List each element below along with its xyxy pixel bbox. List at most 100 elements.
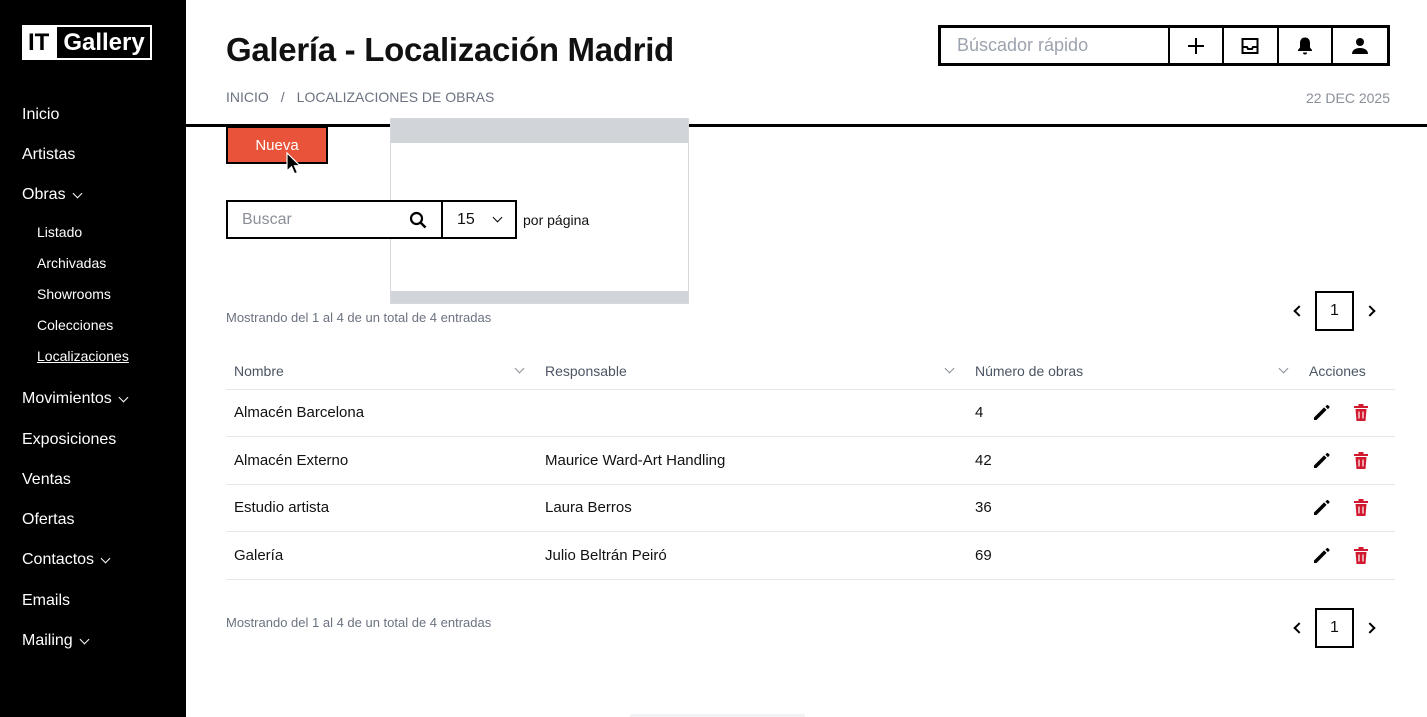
- edit-button[interactable]: [1312, 403, 1331, 422]
- column-header-label: Nombre: [234, 362, 284, 379]
- cell-numero-obras: 69: [967, 531, 1301, 580]
- table-search: 15: [226, 200, 517, 239]
- chevron-right-icon: [1364, 622, 1376, 634]
- search-icon: [409, 211, 426, 228]
- table-row[interactable]: Estudio artista Laura Berros 36: [226, 484, 1395, 532]
- current-date: 22 DEC 2025: [1305, 90, 1390, 106]
- sidebar-item-mailing[interactable]: Mailing: [22, 632, 90, 650]
- chevron-left-icon: [1293, 622, 1305, 634]
- cell-nombre: Estudio artista: [226, 484, 537, 532]
- pencil-icon: [1314, 500, 1330, 516]
- breadcrumb-inicio[interactable]: INICIO: [226, 89, 269, 105]
- logo-gallery: Gallery: [55, 27, 149, 58]
- sidebar-item-movimientos[interactable]: Movimientos: [22, 390, 129, 408]
- cell-nombre: Almacén Externo: [226, 436, 537, 485]
- inbox-button[interactable]: [1224, 28, 1279, 63]
- prev-page-button[interactable]: [1287, 291, 1307, 331]
- delete-button[interactable]: [1353, 403, 1369, 422]
- cell-acciones: [1301, 484, 1395, 532]
- column-header-numero-obras[interactable]: Número de obras: [967, 353, 1301, 390]
- per-page-label: por página: [523, 212, 590, 228]
- column-header-label: Acciones: [1309, 362, 1366, 379]
- ghost-panel-bottom: [391, 291, 688, 303]
- inbox-icon: [1241, 37, 1259, 54]
- sidebar-item-label: Movimientos: [22, 390, 112, 407]
- sidebar-item-ventas[interactable]: Ventas: [22, 471, 71, 489]
- edit-button[interactable]: [1312, 546, 1331, 565]
- page-title: Galería - Localización Madrid: [226, 31, 674, 68]
- column-header-label: Responsable: [545, 362, 627, 379]
- sidebar-item-label: Obras: [22, 186, 66, 203]
- column-header-responsable[interactable]: Responsable: [537, 353, 967, 390]
- sidebar-item-label: Ventas: [22, 471, 71, 488]
- per-page-value: 15: [457, 210, 475, 228]
- top-toolbar: [938, 25, 1390, 66]
- sidebar-subitem-colecciones[interactable]: Colecciones: [37, 317, 113, 333]
- new-button[interactable]: Nueva: [226, 126, 328, 164]
- pencil-icon: [1314, 547, 1330, 563]
- sidebar-item-contactos[interactable]: Contactos: [22, 551, 111, 569]
- trash-icon: [1354, 451, 1368, 469]
- delete-button[interactable]: [1353, 546, 1369, 565]
- sidebar-subitem-listado[interactable]: Listado: [37, 224, 82, 240]
- prev-page-button[interactable]: [1287, 608, 1307, 648]
- sidebar-item-label: Artistas: [22, 146, 76, 163]
- ghost-panel-top: [391, 119, 688, 143]
- user-icon: [1351, 37, 1368, 54]
- user-button[interactable]: [1333, 28, 1387, 63]
- cell-nombre: Galería: [226, 531, 537, 580]
- sidebar-item-inicio[interactable]: Inicio: [22, 106, 59, 124]
- trash-icon: [1354, 499, 1368, 517]
- notifications-button[interactable]: [1279, 28, 1333, 63]
- bell-icon: [1297, 37, 1312, 54]
- chevron-right-icon: [1364, 305, 1376, 317]
- sidebar-subitem-archivadas[interactable]: Archivadas: [37, 255, 106, 271]
- logo-it: IT: [24, 27, 56, 58]
- next-page-button[interactable]: [1362, 608, 1382, 648]
- locations-table: Nombre Responsable Número de obras Accio…: [226, 353, 1395, 580]
- delete-button[interactable]: [1353, 498, 1369, 517]
- page-number[interactable]: 1: [1314, 291, 1355, 331]
- per-page-select[interactable]: 15: [443, 202, 515, 237]
- edit-button[interactable]: [1312, 451, 1331, 470]
- sidebar-item-emails[interactable]: Emails: [22, 592, 70, 610]
- table-row[interactable]: Almacén Externo Maurice Ward-Art Handling…: [226, 436, 1395, 485]
- showing-info-bottom: Mostrando del 1 al 4 de un total de 4 en…: [226, 615, 492, 630]
- pagination-bottom: 1: [1287, 608, 1382, 648]
- sidebar-item-artistas[interactable]: Artistas: [22, 146, 75, 164]
- trash-icon: [1354, 546, 1368, 564]
- plus-icon: [1188, 37, 1205, 54]
- chevron-down-icon: [492, 212, 503, 223]
- sidebar-item-exposiciones[interactable]: Exposiciones: [22, 431, 116, 449]
- sidebar-item-label: Contactos: [22, 551, 95, 568]
- table-row[interactable]: Almacén Barcelona 4: [226, 389, 1395, 437]
- cell-numero-obras: 42: [967, 436, 1301, 485]
- cell-acciones: [1301, 389, 1395, 437]
- sidebar-subitem-localizaciones[interactable]: Localizaciones: [37, 348, 129, 364]
- chevron-down-icon: [72, 188, 83, 198]
- delete-button[interactable]: [1353, 451, 1369, 470]
- sidebar-item-ofertas[interactable]: Ofertas: [22, 511, 74, 529]
- search-button[interactable]: [394, 202, 443, 237]
- header-divider: [186, 124, 1427, 127]
- cell-responsable: Julio Beltrán Peiró: [537, 531, 967, 580]
- breadcrumb-localizaciones[interactable]: LOCALIZACIONES DE OBRAS: [297, 89, 495, 105]
- add-button[interactable]: [1170, 28, 1225, 63]
- cell-responsable: [537, 389, 967, 437]
- edit-button[interactable]: [1312, 498, 1331, 517]
- pagination-top: 1: [1287, 291, 1382, 331]
- logo[interactable]: IT Gallery: [22, 25, 152, 60]
- pencil-icon: [1314, 405, 1330, 421]
- sidebar-subitem-showrooms[interactable]: Showrooms: [37, 286, 111, 302]
- page-number[interactable]: 1: [1314, 608, 1355, 648]
- next-page-button[interactable]: [1362, 291, 1382, 331]
- sidebar-item-obras[interactable]: Obras: [22, 186, 83, 204]
- cell-acciones: [1301, 531, 1395, 580]
- sidebar-item-label: Ofertas: [22, 511, 75, 528]
- table-row[interactable]: Galería Julio Beltrán Peiró 69: [226, 531, 1395, 580]
- column-header-nombre[interactable]: Nombre: [226, 353, 537, 390]
- quick-search-input[interactable]: [941, 28, 1170, 63]
- column-header-label: Número de obras: [975, 362, 1084, 379]
- cell-responsable: Maurice Ward-Art Handling: [537, 436, 967, 485]
- search-input[interactable]: [228, 202, 394, 237]
